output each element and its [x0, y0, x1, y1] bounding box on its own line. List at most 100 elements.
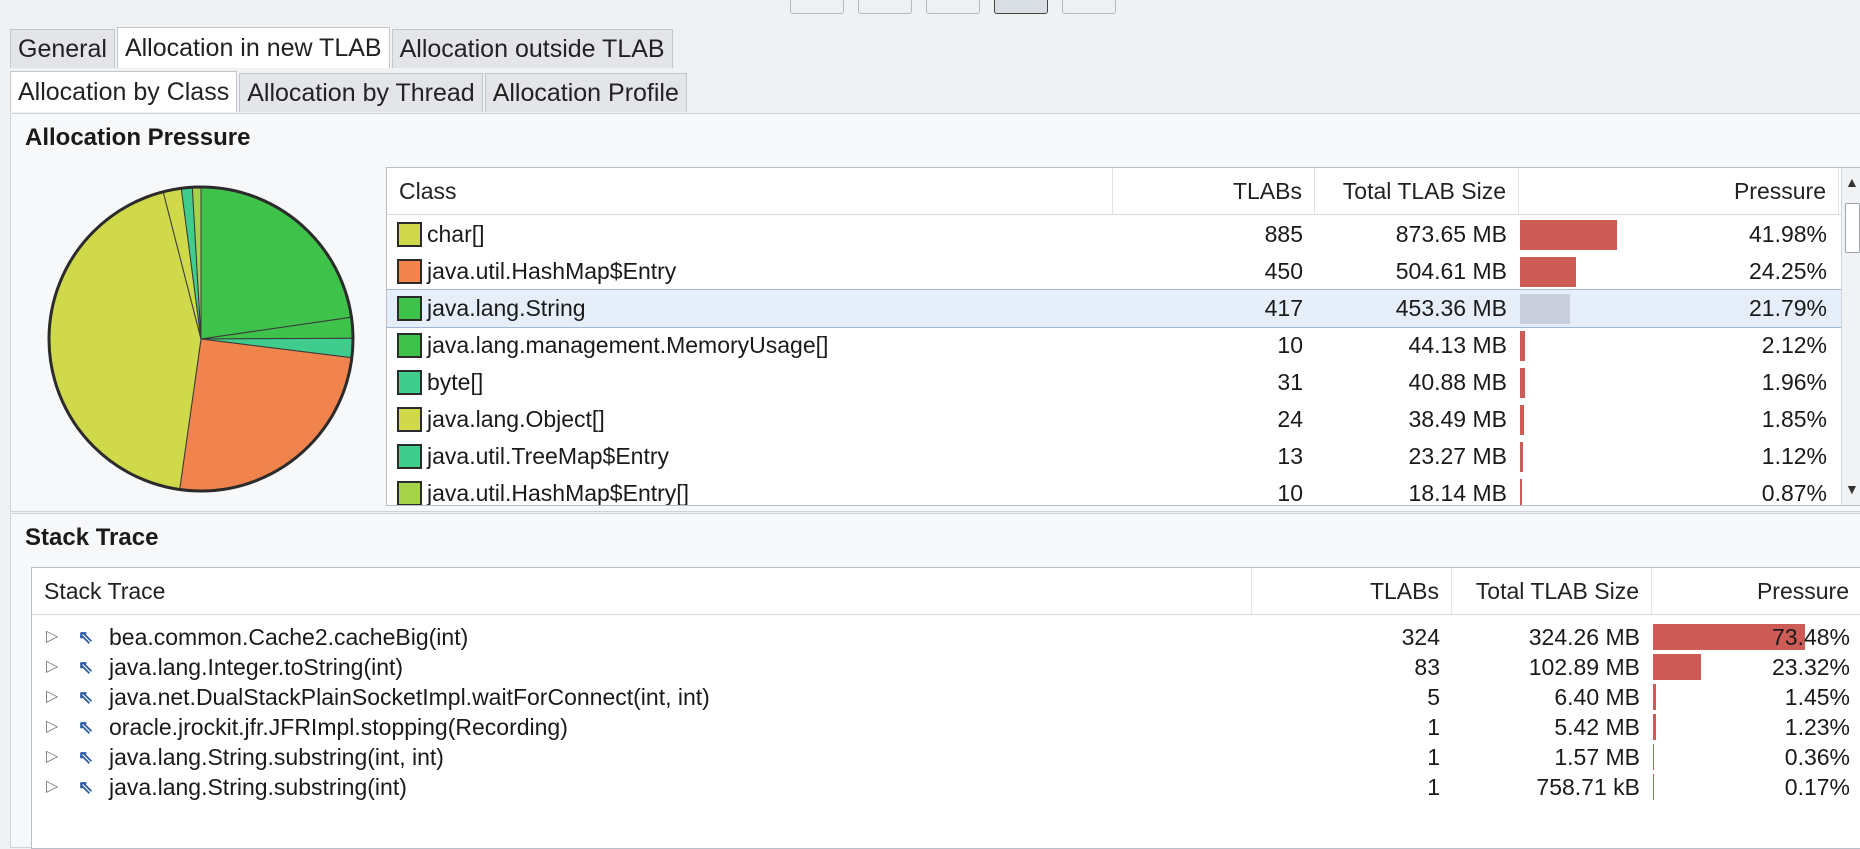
- class-color-swatch: [397, 296, 422, 321]
- column-header-stack-trace[interactable]: Stack Trace: [32, 568, 1252, 614]
- total-tlab-size: 40.88 MB: [1408, 369, 1507, 395]
- table-row[interactable]: ▷ ⇖ java.net.DualStackPlainSocketImpl.wait…: [32, 682, 1860, 712]
- tab-allocation-in-new-tlab[interactable]: Allocation in new TLAB: [116, 27, 390, 68]
- tab-allocation-by-class[interactable]: Allocation by Class: [10, 71, 238, 112]
- tab-general[interactable]: General: [10, 29, 115, 68]
- vertical-scrollbar[interactable]: ▲ ▼: [1841, 168, 1860, 505]
- tlabs-count: 24: [1277, 406, 1303, 432]
- table-row[interactable]: char[] 885 873.65 MB 41.98%: [387, 216, 1860, 253]
- expand-triangle-icon[interactable]: ▷: [46, 742, 58, 772]
- tlabs-count: 10: [1277, 332, 1303, 358]
- table-row[interactable]: java.util.HashMap$Entry[] 10 18.14 MB 0.87%: [387, 475, 1860, 506]
- pressure-value: 1.96%: [1761, 369, 1827, 395]
- class-color-swatch: [397, 333, 422, 358]
- class-color-swatch: [397, 259, 422, 284]
- table-row[interactable]: java.util.TreeMap$Entry 13 23.27 MB 1.12%: [387, 438, 1860, 475]
- table-row[interactable]: java.lang.management.MemoryUsage[] 10 44.1…: [387, 327, 1860, 364]
- class-name: byte[]: [427, 369, 484, 395]
- tlabs-count: 324: [1401, 624, 1440, 650]
- pressure-value: 21.79%: [1748, 295, 1827, 321]
- tab-allocation-profile[interactable]: Allocation Profile: [484, 73, 687, 112]
- expand-triangle-icon[interactable]: ▷: [46, 652, 58, 682]
- total-tlab-size: 23.27 MB: [1408, 443, 1507, 469]
- table-row[interactable]: java.lang.Object[] 24 38.49 MB 1.85%: [387, 401, 1860, 438]
- table-row[interactable]: java.util.HashMap$Entry 450 504.61 MB 24.25…: [387, 253, 1860, 290]
- column-header-pressure[interactable]: Pressure: [1652, 568, 1860, 614]
- pressure-value: 2.12%: [1761, 332, 1827, 358]
- scroll-up-icon[interactable]: ▲: [1845, 174, 1859, 190]
- column-header-tlabs[interactable]: TLABs: [1252, 568, 1452, 614]
- table-row[interactable]: ▷ ⇖ oracle.jrockit.jfr.JFRImpl.stopping(Re…: [32, 712, 1860, 742]
- class-color-swatch: [397, 481, 422, 505]
- stack-frame-icon: ⇖: [78, 657, 94, 677]
- stack-frame-method: java.lang.String.substring(int, int): [109, 744, 444, 770]
- pressure-value: 0.87%: [1761, 480, 1827, 506]
- stack-frame-icon: ⇖: [78, 717, 94, 737]
- column-header-size[interactable]: Total TLAB Size: [1452, 568, 1652, 614]
- main-tabs: General Allocation in new TLAB Allocatio…: [10, 27, 675, 68]
- toolbar-button[interactable]: [790, 0, 844, 14]
- toolbar-button[interactable]: [1062, 0, 1116, 14]
- table-row[interactable]: byte[] 31 40.88 MB 1.96%: [387, 364, 1860, 401]
- expand-triangle-icon[interactable]: ▷: [46, 712, 58, 742]
- stack-frame-method: oracle.jrockit.jfr.JFRImpl.stopping(Reco…: [109, 714, 568, 740]
- tlabs-count: 450: [1264, 258, 1303, 284]
- tlabs-count: 1: [1427, 714, 1440, 740]
- sub-tabs: Allocation by Class Allocation by Thread…: [10, 71, 689, 112]
- class-name: java.lang.String: [427, 295, 586, 321]
- toolbar-button[interactable]: [926, 0, 980, 14]
- expand-triangle-icon[interactable]: ▷: [46, 622, 58, 652]
- stack-trace-panel: Stack Trace Stack Trace TLABs Total TLAB…: [10, 513, 1860, 849]
- total-tlab-size: 1.57 MB: [1554, 744, 1640, 770]
- column-header-pressure[interactable]: Pressure: [1519, 168, 1839, 214]
- pie-slice[interactable]: [179, 338, 353, 492]
- table-row[interactable]: ▷ ⇖ java.lang.String.substring(int, int) 1 1…: [32, 742, 1860, 772]
- table-row[interactable]: ▷ ⇖ bea.common.Cache2.cacheBig(int) 324 324.…: [32, 622, 1860, 652]
- tlabs-count: 1: [1427, 744, 1440, 770]
- tlabs-count: 5: [1427, 684, 1440, 710]
- expand-triangle-icon[interactable]: ▷: [46, 772, 58, 802]
- expand-triangle-icon[interactable]: ▷: [46, 682, 58, 712]
- toolbar-button[interactable]: [994, 0, 1048, 14]
- tlabs-count: 31: [1277, 369, 1303, 395]
- pressure-value: 24.25%: [1748, 258, 1827, 284]
- class-name: java.util.HashMap$Entry[]: [427, 480, 690, 506]
- total-tlab-size: 18.14 MB: [1408, 480, 1507, 506]
- class-color-swatch: [397, 370, 422, 395]
- stack-frame-method: java.lang.Integer.toString(int): [109, 654, 404, 680]
- tlabs-count: 417: [1264, 295, 1303, 321]
- toolbar-button[interactable]: [858, 0, 912, 14]
- class-name: java.lang.management.MemoryUsage[]: [427, 332, 829, 358]
- panel-title: Stack Trace: [25, 524, 159, 551]
- scroll-thumb[interactable]: [1845, 203, 1860, 253]
- total-tlab-size: 102.89 MB: [1528, 654, 1640, 680]
- column-header-class[interactable]: Class: [387, 168, 1113, 214]
- pressure-value: 41.98%: [1748, 221, 1827, 247]
- class-color-swatch: [397, 444, 422, 469]
- tab-allocation-by-thread[interactable]: Allocation by Thread: [239, 73, 483, 112]
- pressure-value: 1.45%: [1784, 684, 1850, 710]
- stack-frame-icon: ⇖: [78, 747, 94, 767]
- table-row[interactable]: java.lang.String 417 453.36 MB 21.79%: [387, 289, 1860, 328]
- column-header-tlabs[interactable]: TLABs: [1113, 168, 1315, 214]
- total-tlab-size: 38.49 MB: [1408, 406, 1507, 432]
- table-row[interactable]: ▷ ⇖ java.lang.String.substring(int) 1 758.71…: [32, 772, 1860, 802]
- allocation-pressure-panel: Allocation Pressure Class TLABs Total TL…: [10, 113, 1860, 512]
- total-tlab-size: 6.40 MB: [1554, 684, 1640, 710]
- tlabs-count: 1: [1427, 774, 1440, 800]
- scroll-down-icon[interactable]: ▼: [1845, 481, 1859, 497]
- total-tlab-size: 44.13 MB: [1408, 332, 1507, 358]
- class-color-swatch: [397, 407, 422, 432]
- pressure-value: 73.48%: [1771, 624, 1850, 650]
- tlabs-count: 13: [1277, 443, 1303, 469]
- total-tlab-size: 5.42 MB: [1554, 714, 1640, 740]
- pressure-value: 0.36%: [1784, 744, 1850, 770]
- class-name: char[]: [427, 221, 485, 247]
- table-row[interactable]: ▷ ⇖ java.lang.Integer.toString(int) 83 102.8…: [32, 652, 1860, 682]
- column-header-size[interactable]: Total TLAB Size: [1315, 168, 1519, 214]
- tab-allocation-outside-tlab[interactable]: Allocation outside TLAB: [391, 29, 673, 68]
- tlabs-count: 10: [1277, 480, 1303, 506]
- pie-slice[interactable]: [200, 186, 352, 340]
- tlabs-count: 885: [1264, 221, 1303, 247]
- class-color-swatch: [397, 222, 422, 247]
